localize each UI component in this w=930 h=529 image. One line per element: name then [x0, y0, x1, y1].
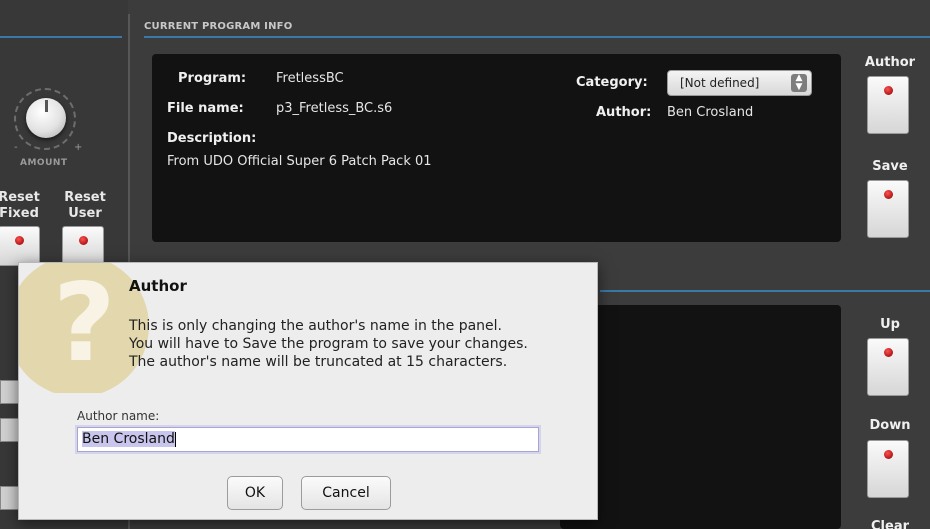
left-stub-button[interactable] — [0, 486, 20, 510]
red-led-icon — [15, 236, 24, 245]
category-label: Category: — [576, 75, 648, 90]
dialog-message: This is only changing the author's name … — [129, 318, 528, 370]
red-led-icon — [79, 236, 88, 245]
amount-label: AMOUNT — [20, 158, 68, 168]
red-led-icon — [884, 450, 893, 459]
description-value: From UDO Official Super 6 Patch Pack 01 — [167, 154, 432, 169]
knob-plus-label: + — [74, 142, 83, 153]
reset-fixed-button[interactable] — [0, 226, 40, 266]
left-stub-button[interactable] — [0, 380, 20, 404]
filename-value: p3_Fretless_BC.s6 — [276, 101, 393, 116]
red-led-icon — [884, 86, 893, 95]
knob-minus-label: - — [14, 142, 18, 153]
reset-user-button[interactable] — [62, 226, 104, 266]
red-led-icon — [884, 190, 893, 199]
save-button-label: Save — [872, 159, 908, 174]
author-value: Ben Crosland — [667, 105, 754, 120]
down-button[interactable] — [867, 440, 909, 498]
reset-fixed-label: Reset Fixed — [0, 190, 40, 221]
down-button-label: Down — [869, 418, 911, 433]
red-led-icon — [884, 348, 893, 357]
author-button[interactable] — [867, 76, 909, 134]
category-value: [Not defined] — [680, 76, 760, 90]
ok-button[interactable]: OK — [227, 476, 283, 510]
author-name-value: Ben Crosland — [82, 431, 175, 447]
section-divider-line-2 — [600, 290, 930, 292]
dialog-title: Author — [129, 277, 187, 295]
up-button[interactable] — [867, 338, 909, 396]
reset-user-label: Reset User — [64, 190, 106, 221]
up-down-spinner-icon: ▲ ▼ — [791, 74, 807, 92]
section-title: CURRENT PROGRAM INFO — [144, 21, 293, 32]
author-label: Author: — [596, 105, 652, 120]
author-name-label: Author name: — [77, 409, 160, 423]
cancel-button[interactable]: Cancel — [301, 476, 391, 510]
save-button[interactable] — [867, 180, 909, 238]
author-button-label: Author — [864, 55, 916, 70]
category-select[interactable]: [Not defined] ▲ ▼ — [667, 70, 812, 96]
left-stub-button[interactable] — [0, 418, 20, 442]
description-label: Description: — [167, 131, 257, 146]
text-caret — [174, 431, 176, 447]
left-divider-line — [0, 36, 122, 38]
up-button-label: Up — [880, 317, 900, 332]
clear-button-label: Clear — [871, 519, 909, 529]
author-dialog: ? Author This is only changing the autho… — [18, 262, 598, 520]
author-name-input[interactable]: Ben Crosland — [77, 427, 539, 452]
program-label: Program: — [178, 71, 247, 86]
knob-indicator — [45, 100, 48, 112]
section-divider-line — [144, 36, 930, 38]
program-value: FretlessBC — [276, 71, 344, 86]
filename-label: File name: — [167, 101, 244, 116]
program-list-panel — [560, 305, 841, 529]
